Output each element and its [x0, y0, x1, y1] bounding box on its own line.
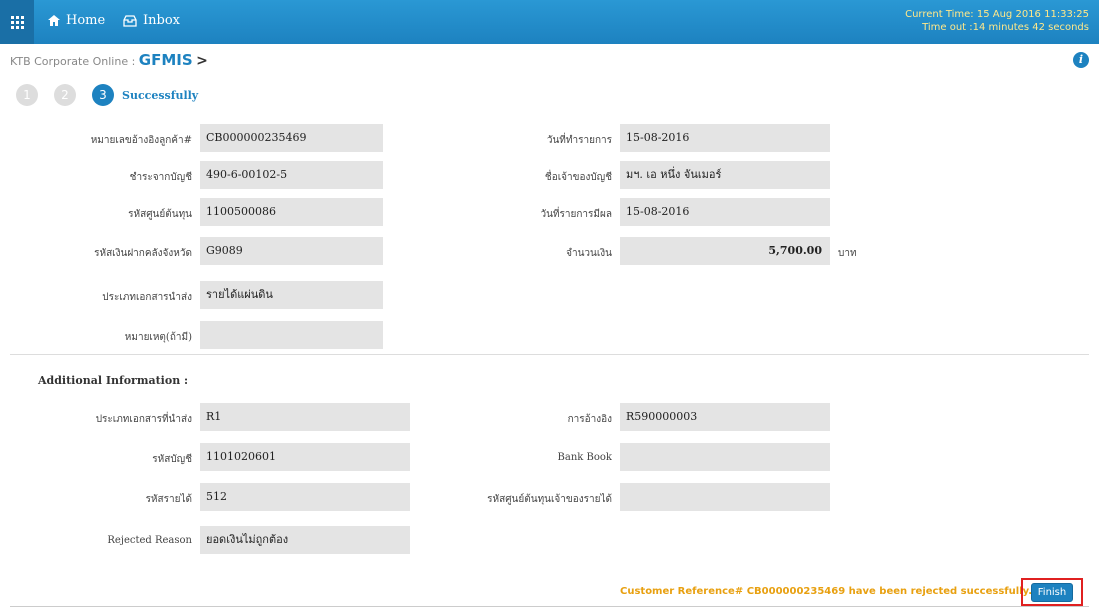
field-label: จำนวนเงิน — [566, 248, 612, 259]
home-icon — [48, 15, 60, 26]
inbox-icon — [123, 14, 137, 27]
step-1: 1 — [16, 84, 38, 106]
document-type-code-field: R1 — [200, 403, 410, 431]
account-owner-field: มฯ. เอ หนึ่ง จันเมอร์ — [620, 161, 830, 189]
effective-date-field: 15-08-2016 — [620, 198, 830, 226]
step-2: 2 — [54, 84, 76, 106]
account-code-field: 1101020601 — [200, 443, 410, 471]
session-info: Current Time: 15 Aug 2016 11:33:25 Time … — [905, 8, 1089, 34]
nav-inbox[interactable]: Inbox — [123, 13, 180, 28]
grid-icon — [10, 15, 24, 29]
nav-home-label: Home — [66, 13, 106, 28]
field-label: รหัสศูนย์ต้นทุน — [128, 209, 192, 220]
currency-unit: บาท — [838, 248, 857, 259]
nav-home[interactable]: Home — [48, 13, 105, 28]
field-label: รหัสเงินฝากคลังจังหวัด — [94, 248, 192, 259]
breadcrumb-prefix: KTB Corporate Online : — [10, 55, 136, 68]
top-bar: Home Inbox Current Time: 15 Aug 2016 11:… — [0, 0, 1099, 44]
bank-book-field — [620, 443, 830, 471]
field-label: รหัสรายได้ — [145, 494, 192, 505]
nav-inbox-label: Inbox — [143, 13, 180, 28]
breadcrumb: KTB Corporate Online : GFMIS > — [10, 51, 208, 69]
cost-center-field: 1100500086 — [200, 198, 383, 226]
amount-field: 5,700.00 — [620, 237, 830, 265]
field-label: ชื่อเจ้าของบัญชี — [544, 172, 612, 183]
finish-highlight: Finish — [1021, 578, 1083, 606]
document-type-field: รายได้แผ่นดิน — [200, 281, 383, 309]
field-label: การอ้างอิง — [567, 414, 612, 425]
income-code-field: 512 — [200, 483, 410, 511]
field-label: หมายเลขอ้างอิงลูกค้า# — [90, 135, 192, 146]
field-label: วันที่รายการมีผล — [540, 209, 612, 220]
field-label: รหัสศูนย์ต้นทุนเจ้าของรายได้ — [487, 494, 612, 505]
timeout-text: Time out :14 minutes 42 seconds — [922, 22, 1089, 33]
customer-reference-field: CB000000235469 — [200, 124, 383, 152]
field-label: วันที่ทำรายการ — [546, 135, 612, 146]
bottom-border — [10, 606, 1089, 607]
step-status-label: Successfully — [122, 88, 199, 102]
reference-field: R590000003 — [620, 403, 830, 431]
field-label: Rejected Reason — [107, 535, 192, 546]
current-time: Current Time: 15 Aug 2016 11:33:25 — [905, 9, 1089, 20]
breadcrumb-current[interactable]: GFMIS — [139, 51, 193, 69]
rejected-reason-field: ยอดเงินไม่ถูกต้อง — [200, 526, 410, 554]
income-owner-cost-center-field — [620, 483, 830, 511]
field-label: Bank Book — [557, 452, 612, 463]
info-icon[interactable]: i — [1073, 52, 1089, 68]
section-divider — [10, 354, 1089, 355]
finish-button[interactable]: Finish — [1030, 582, 1074, 602]
step-3: 3 — [92, 84, 114, 106]
progress-steps: 1 2 3 Successfully — [16, 84, 198, 106]
field-label: หมายเหตุ(ถ้ามี) — [124, 332, 192, 343]
remark-field — [200, 321, 383, 349]
additional-info-title: Additional Information : — [38, 374, 189, 387]
transaction-date-field: 15-08-2016 — [620, 124, 830, 152]
debit-account-field: 490-6-00102-5 — [200, 161, 383, 189]
status-message: Customer Reference# CB000000235469 have … — [620, 586, 1032, 597]
field-label: รหัสบัญชี — [152, 454, 192, 465]
field-label: ประเภทเอกสารที่นำส่ง — [95, 414, 192, 425]
breadcrumb-separator: > — [196, 53, 208, 69]
provincial-deposit-code-field: G9089 — [200, 237, 383, 265]
field-label: ประเภทเอกสารนำส่ง — [102, 292, 192, 303]
field-label: ชำระจากบัญชี — [129, 172, 192, 183]
app-grid-button[interactable] — [0, 0, 34, 44]
